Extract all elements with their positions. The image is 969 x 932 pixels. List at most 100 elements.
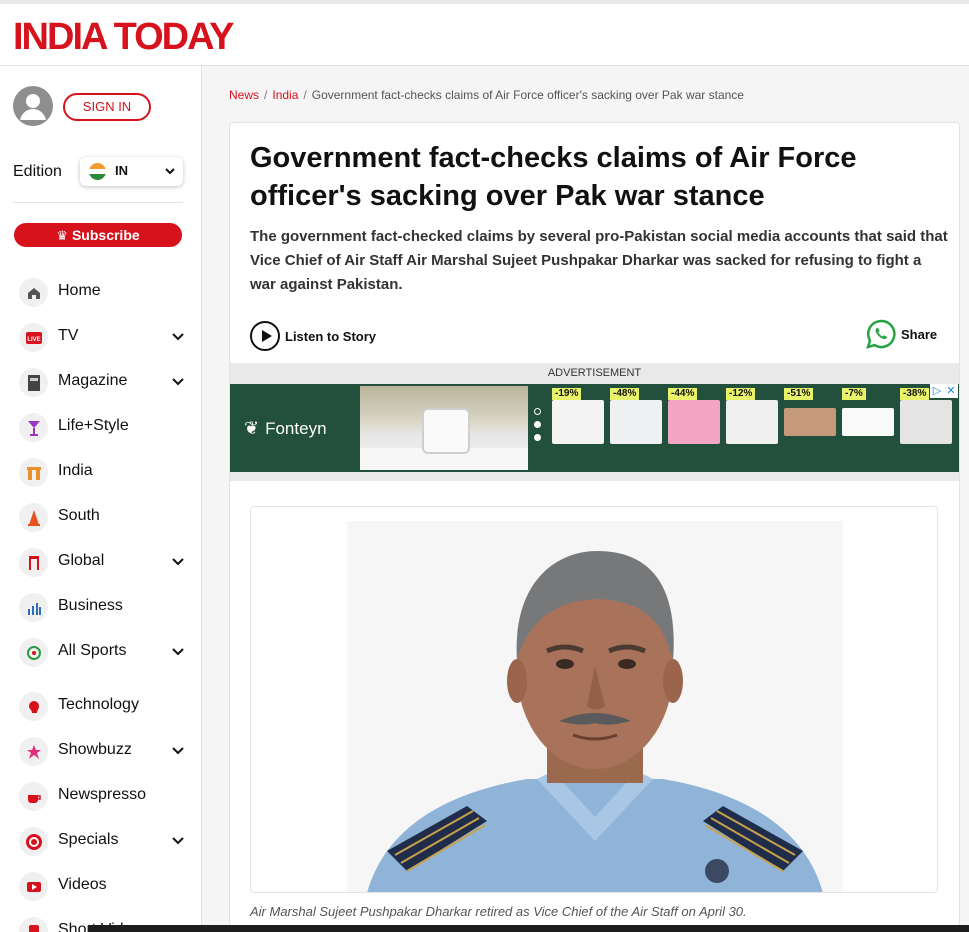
cocktail-icon xyxy=(19,413,48,442)
sidebar-item-label: Life+Style xyxy=(58,417,129,434)
divider xyxy=(13,202,183,203)
sidebar-item-label: TV xyxy=(58,327,79,344)
breadcrumb-news[interactable]: News xyxy=(229,88,259,102)
star-icon xyxy=(19,737,48,766)
magazine-icon xyxy=(19,368,48,397)
sidebar-item-global[interactable]: Global xyxy=(0,542,201,582)
ad-product[interactable]: -19% xyxy=(550,388,604,448)
top-header: INDIA TODAY xyxy=(0,0,969,66)
discount-badge: -44% xyxy=(668,388,698,400)
sidebar-item-magazine[interactable]: Magazine xyxy=(0,362,201,402)
ad-product[interactable]: -48% xyxy=(608,388,662,448)
chevron-down-icon[interactable] xyxy=(170,329,186,345)
listen-label: Listen to Story xyxy=(285,328,377,344)
close-icon[interactable]: ✕ xyxy=(944,384,958,398)
ad-product[interactable]: -44% xyxy=(666,388,720,448)
chevron-down-icon[interactable] xyxy=(170,554,186,570)
share-label: Share xyxy=(901,326,938,342)
specials-badge-icon xyxy=(19,827,48,856)
chevron-down-icon xyxy=(165,168,175,175)
discount-badge: -38% xyxy=(900,388,930,400)
listen-to-story-button[interactable]: Listen to Story xyxy=(250,321,376,351)
article-image-frame xyxy=(250,506,938,893)
ad-product-list: -19% -48% -44% -12% -51% -7% -38% xyxy=(550,388,955,468)
sidebar-item-india[interactable]: India xyxy=(0,452,201,492)
sidebar-item-south[interactable]: South xyxy=(0,497,201,537)
sidebar-item-label: Global xyxy=(58,552,105,569)
image-caption: Air Marshal Sujeet Pushpakar Dharkar ret… xyxy=(250,904,747,919)
sidebar-item-tv[interactable]: LIVE TV xyxy=(0,317,201,357)
subscribe-label: Subscribe xyxy=(71,227,140,243)
sidebar-item-videos[interactable]: Videos xyxy=(0,866,201,906)
subscribe-button[interactable]: ♛ Subscribe xyxy=(14,223,182,247)
sidebar-item-label: India xyxy=(58,462,93,479)
discount-badge: -51% xyxy=(784,388,814,400)
user-avatar-icon[interactable] xyxy=(13,86,53,126)
coffee-cup-icon xyxy=(19,782,48,811)
edition-label: Edition xyxy=(13,163,62,180)
temple-icon xyxy=(19,503,48,532)
discount-badge: -12% xyxy=(726,388,756,400)
sidebar: SIGN IN Edition IN ♛ Subscribe Home LIVE … xyxy=(0,66,202,932)
sidebar-item-business[interactable]: Business xyxy=(0,587,201,627)
ad-showroom-image[interactable] xyxy=(360,386,528,470)
ad-product[interactable]: -51% xyxy=(782,388,836,448)
edition-value: IN xyxy=(115,163,128,178)
bar-chart-icon xyxy=(19,593,48,622)
ad-brand-name: Fonteyn xyxy=(265,418,327,438)
chevron-down-icon[interactable] xyxy=(170,374,186,390)
sidebar-item-all-sports[interactable]: All Sports xyxy=(0,632,201,672)
edition-select[interactable]: IN xyxy=(80,157,183,186)
article-headline: Government fact-checks claims of Air For… xyxy=(250,142,857,212)
play-icon xyxy=(250,321,280,351)
breadcrumb: News / India / Government fact-checks claims… xyxy=(229,88,744,102)
sidebar-item-showbuzz[interactable]: Showbuzz xyxy=(0,731,201,771)
sidebar-item-label: Magazine xyxy=(58,372,128,389)
sports-icon xyxy=(19,638,48,667)
sign-in-button[interactable]: SIGN IN xyxy=(63,93,151,121)
advertisement-section: ADVERTISEMENT ❦ Fonteyn -19% -48% -44% -1… xyxy=(230,363,959,481)
advertisement-label: ADVERTISEMENT xyxy=(547,367,642,379)
sidebar-item-home[interactable]: Home xyxy=(0,272,201,312)
sidebar-item-label: Showbuzz xyxy=(58,741,132,758)
sidebar-item-label: Specials xyxy=(58,831,119,848)
ad-carousel-dots[interactable] xyxy=(534,408,541,447)
sidebar-item-label: South xyxy=(58,507,100,524)
sidebar-item-newspresso[interactable]: Newspresso xyxy=(0,776,201,816)
chevron-down-icon[interactable] xyxy=(170,833,186,849)
breadcrumb-current: Government fact-checks claims of Air For… xyxy=(311,88,744,102)
ad-product[interactable]: -12% xyxy=(724,388,778,448)
sidebar-item-technology[interactable]: Technology xyxy=(0,686,201,726)
discount-badge: -19% xyxy=(552,388,582,400)
home-icon xyxy=(19,278,48,307)
sidebar-item-label: Technology xyxy=(58,696,139,713)
share-button[interactable]: Share xyxy=(866,319,937,349)
article-photo[interactable] xyxy=(347,521,843,892)
ad-product[interactable]: -7% xyxy=(840,388,894,448)
ad-info-icon[interactable]: ▷ xyxy=(930,384,944,398)
breadcrumb-india[interactable]: India xyxy=(272,88,298,102)
chevron-down-icon[interactable] xyxy=(170,644,186,660)
india-flag-icon xyxy=(89,163,106,180)
ad-banner[interactable]: ❦ Fonteyn -19% -48% -44% -12% -51% -7% -3… xyxy=(230,384,959,472)
video-play-icon xyxy=(19,872,48,901)
live-tv-icon: LIVE xyxy=(19,323,48,352)
article-summary: The government fact-checked claims by se… xyxy=(250,228,948,293)
india-today-logo[interactable]: INDIA TODAY xyxy=(13,16,234,59)
sidebar-item-label: Business xyxy=(58,597,123,614)
sidebar-item-label: Home xyxy=(58,282,101,299)
whatsapp-icon xyxy=(866,319,896,349)
sidebar-item-label: Videos xyxy=(58,876,107,893)
discount-badge: -7% xyxy=(842,388,866,400)
sidebar-item-life-style[interactable]: Life+Style xyxy=(0,407,201,447)
breadcrumb-separator: / xyxy=(303,88,307,102)
chevron-down-icon[interactable] xyxy=(170,743,186,759)
sidebar-item-specials[interactable]: Specials xyxy=(0,821,201,861)
india-gate-icon xyxy=(19,458,48,487)
ad-choices[interactable]: ▷ ✕ xyxy=(930,384,958,398)
main-content: News / India / Government fact-checks claims… xyxy=(203,66,969,932)
leaf-icon: ❦ xyxy=(244,418,260,438)
ad-brand-logo[interactable]: ❦ Fonteyn xyxy=(244,418,327,439)
sidebar-item-label: Newspresso xyxy=(58,786,147,803)
brain-chip-icon xyxy=(19,692,48,721)
